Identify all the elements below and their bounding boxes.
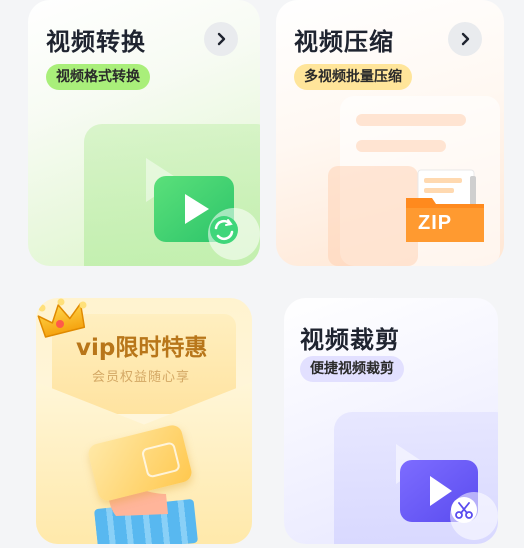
crown-icon — [36, 298, 92, 344]
card-title: 视频压缩 — [294, 28, 394, 56]
chevron-right-icon[interactable] — [448, 22, 482, 56]
video-compress-card[interactable]: 视频压缩 多视频批量压缩 ZIP — [276, 0, 504, 266]
card-emblem — [140, 441, 181, 479]
card-title: 视频裁剪 — [300, 326, 400, 354]
video-crop-card[interactable]: 视频裁剪 便捷视频裁剪 — [284, 298, 498, 544]
zip-folder-icon: ZIP — [404, 168, 486, 246]
chevron-right-icon[interactable] — [204, 22, 238, 56]
video-convert-icon — [152, 174, 260, 266]
video-convert-card[interactable]: 视频转换 视频格式转换 — [28, 0, 260, 266]
vip-subtitle: 会员权益随心享 — [92, 370, 191, 385]
feature-tag: 多视频批量压缩 — [294, 64, 412, 90]
decoration-line — [356, 114, 466, 126]
video-crop-icon — [398, 458, 498, 544]
feature-tag: 便捷视频裁剪 — [300, 356, 404, 382]
zip-label: ZIP — [418, 212, 453, 234]
card-title: 视频转换 — [46, 28, 146, 56]
vip-title: vip限时特惠 — [76, 335, 208, 361]
decoration-line — [356, 140, 446, 152]
feature-tag: 视频格式转换 — [46, 64, 150, 90]
tools-grid: 视频转换 视频格式转换 视频压缩 多视频批量压缩 ZIP vip限时特惠 会员权… — [0, 0, 524, 548]
vip-promo-card[interactable]: vip限时特惠 会员权益随心享 — [36, 298, 252, 544]
